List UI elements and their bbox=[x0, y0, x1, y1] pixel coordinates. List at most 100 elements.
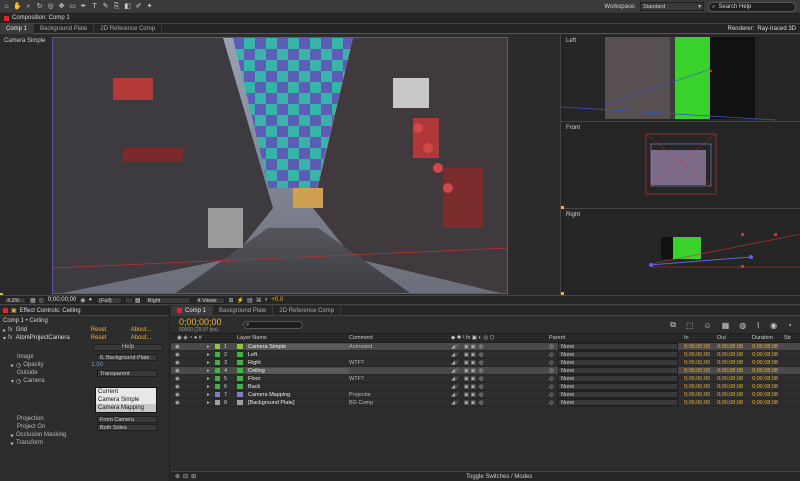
hide-shy-icon[interactable]: ☺ bbox=[704, 321, 712, 330]
stopwatch-icon[interactable]: ◷ bbox=[16, 362, 21, 369]
expand-triangle-icon[interactable]: ▸ bbox=[207, 400, 215, 406]
expand-triangle-icon[interactable]: ▸ bbox=[207, 344, 215, 350]
layer-out[interactable]: 0;00;08;08 bbox=[717, 368, 752, 374]
expand-triangle-icon[interactable]: ▸ bbox=[207, 384, 215, 390]
layer-out[interactable]: 0;00;08;08 bbox=[717, 376, 752, 382]
label-color-swatch[interactable] bbox=[215, 376, 220, 381]
layer-in[interactable]: 0;00;00;00 bbox=[684, 344, 717, 350]
col-parent[interactable]: Parent bbox=[549, 335, 684, 341]
about-link[interactable]: About... bbox=[131, 327, 152, 333]
parent-select[interactable]: None bbox=[558, 383, 678, 390]
help-button[interactable]: Help bbox=[93, 344, 163, 351]
layer-comment[interactable]: Projector bbox=[349, 392, 445, 398]
layer-switches[interactable]: ◢ ⁄ ▣ ▣ ◍ bbox=[445, 368, 549, 374]
orbit-camera-icon[interactable]: ◎ bbox=[46, 2, 55, 11]
layer-out[interactable]: 0;00;08;08 bbox=[717, 392, 752, 398]
comp-tab-0[interactable]: Comp 1 bbox=[0, 23, 35, 34]
graph-editor-icon[interactable]: ⌇ bbox=[756, 321, 760, 330]
layer-row[interactable]: ◉ ▸ 4 Ceiling ◢ ⁄ ▣ ▣ ◍ ◎ None 0;00;00;00 0;00;… bbox=[171, 367, 800, 375]
layer-switches[interactable]: ◢ ⁄ ▣ ▣ ◍ bbox=[445, 400, 549, 406]
layer-row[interactable]: ◉ ▸ 8 [Background Plate] BG Comp ◢ ⁄ ▣ ▣ ◍ ◎ N… bbox=[171, 399, 800, 407]
workspace-select[interactable]: Standard ▾ bbox=[640, 2, 704, 11]
rectangle-mask-icon[interactable]: ▭ bbox=[68, 2, 77, 11]
layer-comment[interactable]: WTF? bbox=[349, 376, 445, 382]
text-icon[interactable]: T bbox=[90, 2, 99, 11]
layer-duration[interactable]: 0;00;08;08 bbox=[752, 384, 784, 390]
layer-name[interactable]: Back bbox=[246, 384, 349, 390]
col-duration[interactable]: Duration bbox=[752, 335, 784, 341]
exposure-value[interactable]: +0.0 bbox=[271, 297, 283, 303]
brush-icon[interactable]: ✎ bbox=[101, 2, 110, 11]
rotate-icon[interactable]: ↻ bbox=[35, 2, 44, 11]
camera-view-frame[interactable] bbox=[52, 37, 508, 294]
col-out[interactable]: Out bbox=[717, 335, 752, 341]
flowchart-icon[interactable]: ⌘ bbox=[256, 297, 262, 304]
region-icon[interactable]: ▭ bbox=[126, 297, 132, 304]
comp-tab-2[interactable]: 2D Reference Comp bbox=[94, 23, 163, 34]
expand-triangle-icon[interactable]: ▸ bbox=[207, 352, 215, 358]
expand-triangle-icon[interactable]: ▸ bbox=[207, 376, 215, 382]
hand-icon[interactable]: ✋ bbox=[13, 2, 22, 11]
col-comment[interactable]: Comment bbox=[349, 335, 445, 341]
layer-in[interactable]: 0;00;00;00 bbox=[684, 392, 717, 398]
layer-duration[interactable]: 0;00;08;08 bbox=[752, 344, 784, 350]
layer-name[interactable]: Ceiling bbox=[246, 367, 349, 374]
parent-select[interactable]: None bbox=[558, 351, 678, 358]
layer-out[interactable]: 0;00;08;08 bbox=[717, 400, 752, 406]
zoom-select[interactable]: 4.2% bbox=[4, 296, 26, 304]
av-switches[interactable]: ◉ bbox=[171, 392, 207, 398]
layer-name[interactable]: [Background Plate] bbox=[246, 400, 349, 406]
layer-in[interactable]: 0;00;00;00 bbox=[684, 352, 717, 358]
pickwhip-icon[interactable]: ◎ bbox=[549, 400, 554, 406]
clone-stamp-icon[interactable]: ⎘ bbox=[112, 2, 121, 11]
parent-select[interactable]: None bbox=[558, 399, 678, 406]
about-link[interactable]: About... bbox=[131, 335, 152, 341]
color-channel-icon[interactable]: ● bbox=[89, 297, 93, 303]
pickwhip-icon[interactable]: ◎ bbox=[549, 384, 554, 390]
comp-flowchart-icon[interactable]: ⊕ bbox=[175, 473, 180, 480]
layer-out[interactable]: 0;00;08;08 bbox=[717, 360, 752, 366]
layer-duration[interactable]: 0;00;08;08 bbox=[752, 360, 784, 366]
layer-name[interactable]: Left bbox=[246, 352, 349, 358]
search-help-field[interactable]: ⌕ Search Help bbox=[708, 2, 796, 12]
project-on-select[interactable]: Both Sides bbox=[97, 423, 157, 431]
label-color-swatch[interactable] bbox=[215, 368, 220, 373]
resolution-select[interactable]: (Full) bbox=[96, 296, 123, 304]
grid-icon[interactable]: ▦ bbox=[30, 297, 36, 304]
pickwhip-icon[interactable]: ◎ bbox=[549, 360, 554, 366]
timeline-tab-0[interactable]: Comp 1 bbox=[171, 305, 214, 316]
front-view[interactable]: Front bbox=[561, 122, 800, 209]
av-switches[interactable]: ◉ bbox=[171, 344, 207, 350]
toggle-switches-modes-button[interactable]: Toggle Switches / Modes bbox=[466, 474, 532, 480]
layer-row[interactable]: ◉ ▸ 1 Camera Simple Animated ◢ ⁄ ▣ ▣ ◍ ◎ None 0… bbox=[171, 343, 800, 351]
label-color-swatch[interactable] bbox=[215, 352, 220, 357]
camera-option-simple[interactable]: Camera Simple bbox=[96, 396, 156, 404]
transparency-grid-icon[interactable]: ▩ bbox=[135, 297, 141, 304]
expand-triangle-icon[interactable]: ▾ bbox=[3, 335, 6, 342]
label-color-swatch[interactable] bbox=[215, 360, 220, 365]
av-switches[interactable]: ◉ bbox=[171, 360, 207, 366]
av-switches[interactable]: ◉ bbox=[171, 368, 207, 374]
expand-triangle-icon[interactable]: ▸ bbox=[11, 362, 14, 369]
live-update-icon[interactable]: ◔ bbox=[787, 321, 792, 330]
layer-duration[interactable]: 0;00;08;08 bbox=[752, 368, 784, 374]
expand-triangle-icon[interactable]: ▸ bbox=[207, 360, 215, 366]
expand-modes-icon[interactable]: ⊞ bbox=[191, 473, 196, 480]
view-select[interactable]: Right bbox=[144, 296, 191, 304]
layer-switches[interactable]: ◢ ⁄ ▣ ▣ ◍ bbox=[445, 352, 549, 358]
layer-comment[interactable]: BG Comp bbox=[349, 400, 445, 406]
comp-tab-1[interactable]: Background Plate bbox=[34, 23, 95, 34]
layer-switches[interactable]: ◢ ⁄ ▣ ▣ ◍ bbox=[445, 344, 549, 350]
frame-blending-icon[interactable]: ▦ bbox=[722, 321, 730, 330]
av-switches[interactable]: ◉ bbox=[171, 384, 207, 390]
col-str[interactable]: Str bbox=[784, 335, 798, 341]
timeline-icon[interactable]: ▤ bbox=[247, 297, 253, 304]
right-view[interactable]: Right bbox=[561, 209, 800, 295]
composition-mini-flowchart-icon[interactable]: ⧉ bbox=[670, 320, 676, 330]
layer-name[interactable]: Floor bbox=[246, 376, 349, 382]
mask-icon[interactable]: ◎ bbox=[39, 297, 44, 304]
parent-select[interactable]: None bbox=[558, 391, 678, 398]
expand-triangle-icon[interactable]: ▸ bbox=[207, 368, 215, 374]
av-switches[interactable]: ◉ bbox=[171, 352, 207, 358]
search-help-input[interactable]: Search Help bbox=[718, 4, 751, 10]
